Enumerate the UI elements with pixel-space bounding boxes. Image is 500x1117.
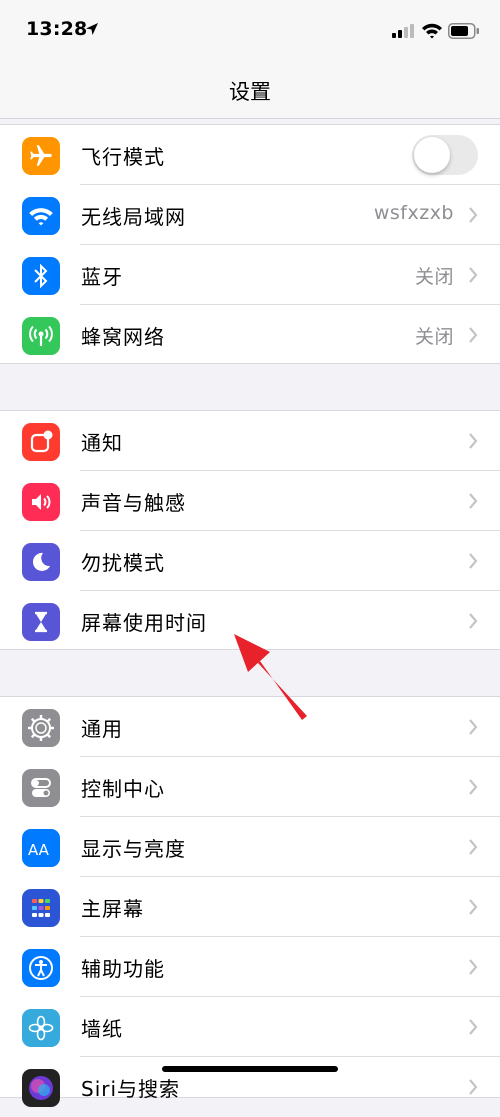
- settings-row-airplane-mode[interactable]: 飞行模式: [0, 125, 500, 185]
- settings-row-wallpaper[interactable]: 墙纸: [0, 997, 500, 1057]
- display-aa-icon: AA: [22, 829, 60, 867]
- chevron-right-icon: [469, 267, 478, 283]
- settings-row-label: 主屏幕: [81, 897, 144, 921]
- siri-icon: [22, 1069, 60, 1107]
- chevron-right-icon: [469, 613, 478, 629]
- settings-row-label: Siri与搜索: [81, 1077, 181, 1101]
- settings-row-notifications[interactable]: 通知: [0, 411, 500, 471]
- settings-row-label: 辅助功能: [81, 957, 165, 981]
- svg-text:AA: AA: [28, 841, 50, 858]
- settings-row-do-not-disturb[interactable]: 勿扰模式: [0, 531, 500, 591]
- chevron-right-icon: [469, 1019, 478, 1035]
- home-screen-icon: [22, 889, 60, 927]
- notifications-group: 通知 声音与触感 勿扰模式 屏幕使用时间: [0, 410, 500, 650]
- chevron-right-icon: [469, 779, 478, 795]
- settings-row-label: 蜂窝网络: [81, 325, 165, 349]
- settings-row-label: 通知: [81, 431, 123, 455]
- airplane-icon: [22, 137, 60, 175]
- settings-row-bluetooth[interactable]: 蓝牙 关闭: [0, 245, 500, 305]
- settings-row-label: 屏幕使用时间: [81, 611, 207, 635]
- gear-icon: [22, 709, 60, 747]
- chevron-right-icon: [469, 327, 478, 343]
- settings-row-label: 无线局域网: [81, 205, 186, 229]
- page-title: 设置: [229, 80, 271, 104]
- hourglass-icon: [22, 603, 60, 641]
- cellular-status-value: 关闭: [414, 326, 454, 348]
- settings-row-label: 勿扰模式: [81, 551, 165, 575]
- bluetooth-icon: [22, 257, 60, 295]
- wifi-network-value: wsfxzxb: [373, 202, 454, 224]
- settings-row-label: 墙纸: [81, 1017, 123, 1041]
- settings-row-label: 飞行模式: [81, 145, 165, 169]
- cellular-signal-icon: [392, 24, 414, 38]
- chevron-right-icon: [469, 719, 478, 735]
- speaker-icon: [22, 483, 60, 521]
- toggle-knob: [414, 137, 450, 173]
- cellular-icon: [22, 317, 60, 355]
- chevron-right-icon: [469, 1079, 478, 1095]
- settings-row-sounds[interactable]: 声音与触感: [0, 471, 500, 531]
- chevron-right-icon: [469, 433, 478, 449]
- settings-row-home-screen[interactable]: 主屏幕: [0, 877, 500, 937]
- settings-row-label: 通用: [81, 717, 123, 741]
- bluetooth-status-value: 关闭: [414, 266, 454, 288]
- general-group: 通用 控制中心 AA 显示与亮度 主屏幕 辅助功能 墙纸 Siri与搜索: [0, 696, 500, 1107]
- accessibility-icon: [22, 949, 60, 987]
- home-indicator[interactable]: [162, 1066, 338, 1072]
- status-time: 13:28: [26, 18, 88, 40]
- settings-row-screen-time[interactable]: 屏幕使用时间: [0, 591, 500, 651]
- settings-row-label: 声音与触感: [81, 491, 186, 515]
- moon-icon: [22, 543, 60, 581]
- settings-row-control-center[interactable]: 控制中心: [0, 757, 500, 817]
- wifi-status-icon: [422, 23, 442, 39]
- battery-icon: [448, 23, 479, 39]
- navigation-bar: 设置: [0, 62, 500, 119]
- settings-row-general[interactable]: 通用: [0, 697, 500, 757]
- airplane-mode-toggle[interactable]: [412, 135, 478, 175]
- chevron-right-icon: [469, 839, 478, 855]
- settings-row-accessibility[interactable]: 辅助功能: [0, 937, 500, 997]
- chevron-right-icon: [469, 553, 478, 569]
- wallpaper-flower-icon: [22, 1009, 60, 1047]
- chevron-right-icon: [469, 959, 478, 975]
- location-arrow-icon: [86, 23, 98, 35]
- notifications-icon: [22, 423, 60, 461]
- settings-row-label: 控制中心: [81, 777, 165, 801]
- chevron-right-icon: [469, 899, 478, 915]
- wifi-icon: [22, 197, 60, 235]
- settings-row-wifi[interactable]: 无线局域网 wsfxzxb: [0, 185, 500, 245]
- control-center-icon: [22, 769, 60, 807]
- settings-row-cellular[interactable]: 蜂窝网络 关闭: [0, 305, 500, 365]
- chevron-right-icon: [469, 493, 478, 509]
- status-bar: 13:28: [0, 0, 500, 62]
- settings-row-label: 蓝牙: [81, 265, 123, 289]
- connectivity-group: 飞行模式 无线局域网 wsfxzxb 蓝牙 关闭 蜂窝网络 关闭: [0, 124, 500, 364]
- chevron-right-icon: [469, 207, 478, 223]
- settings-row-display[interactable]: AA 显示与亮度: [0, 817, 500, 877]
- settings-row-label: 显示与亮度: [81, 837, 186, 861]
